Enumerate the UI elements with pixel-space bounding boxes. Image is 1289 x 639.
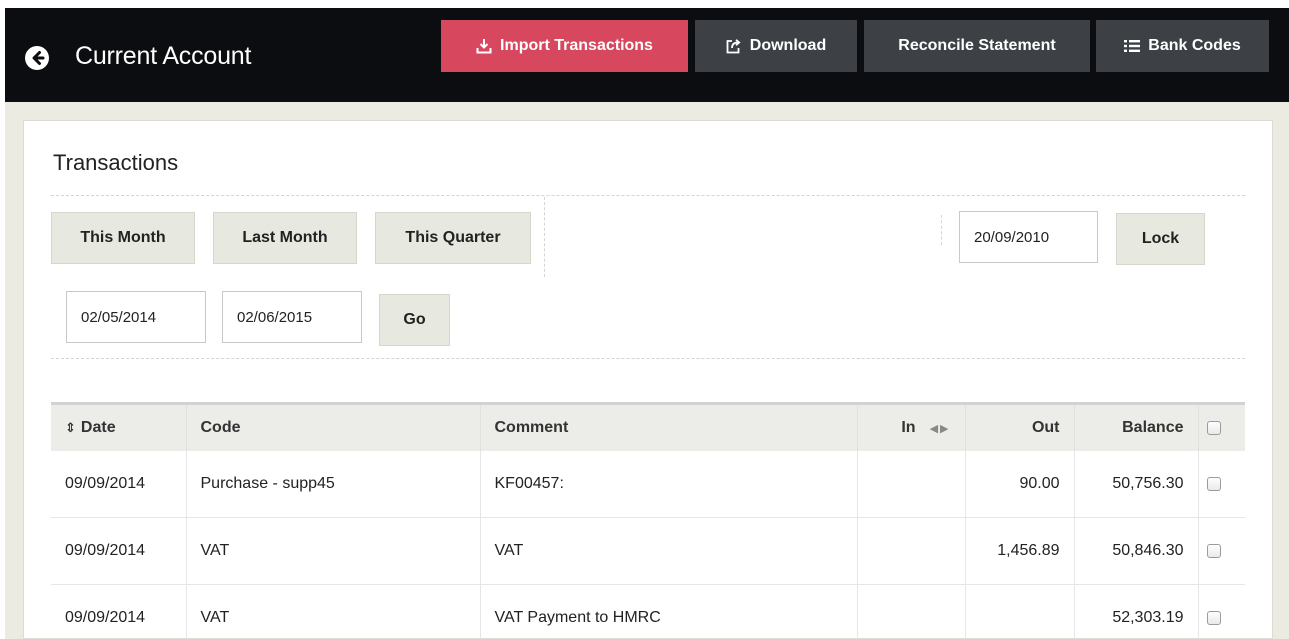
column-header-comment[interactable]: Comment	[480, 402, 858, 451]
code-cell: VAT	[186, 584, 481, 639]
from-date-input[interactable]	[66, 291, 206, 343]
column-header-out[interactable]: Out	[965, 402, 1075, 451]
select-all-checkbox[interactable]	[1206, 420, 1221, 435]
import-tray-icon	[476, 38, 492, 54]
out-cell	[965, 584, 1075, 639]
import-transactions-button[interactable]: Import Transactions	[441, 20, 688, 72]
date-cell: 09/09/2014	[51, 517, 187, 585]
row-checkbox[interactable]	[1206, 476, 1221, 491]
out-cell: 90.00	[965, 450, 1075, 518]
select-cell	[1198, 450, 1245, 518]
divider	[51, 195, 1245, 196]
comment-cell: VAT Payment to HMRC	[480, 584, 858, 639]
date-cell: 09/09/2014	[51, 584, 187, 639]
code-cell: VAT	[186, 517, 481, 585]
section-title: Transactions	[53, 150, 179, 175]
this-month-button[interactable]: This Month	[51, 212, 195, 264]
row-checkbox[interactable]	[1206, 610, 1221, 625]
in-cell	[857, 450, 966, 518]
go-button[interactable]: Go	[379, 294, 450, 346]
balance-cell: 50,756.30	[1074, 450, 1199, 518]
lock-button[interactable]: Lock	[1116, 213, 1205, 265]
in-cell	[857, 584, 966, 639]
date-cell: 09/09/2014	[51, 450, 187, 518]
reconcile-statement-label: Reconcile Statement	[898, 37, 1056, 54]
row-checkbox[interactable]	[1206, 543, 1221, 558]
balance-cell: 52,303.19	[1074, 584, 1199, 639]
download-button[interactable]: Download	[695, 20, 857, 72]
table-header-row: ⇕ Date Code Comment In ◀▶ Out Balance	[51, 402, 1245, 451]
column-header-code[interactable]: Code	[186, 402, 481, 451]
import-transactions-label: Import Transactions	[500, 37, 653, 54]
column-resize-icon[interactable]: ◀▶	[930, 423, 951, 435]
this-quarter-button[interactable]: This Quarter	[375, 212, 531, 264]
column-header-in[interactable]: In ◀▶	[857, 402, 966, 451]
lock-date-input[interactable]	[959, 211, 1098, 263]
bank-codes-button[interactable]: Bank Codes	[1096, 20, 1269, 72]
table-row[interactable]: 09/09/2014 VAT VAT 1,456.89 50,846.30	[51, 517, 1245, 585]
divider	[51, 358, 1245, 359]
column-header-balance[interactable]: Balance	[1074, 402, 1199, 451]
balance-cell: 50,846.30	[1074, 517, 1199, 585]
transactions-table: ⇕ Date Code Comment In ◀▶ Out Balance 09/0…	[51, 402, 1245, 639]
download-label: Download	[749, 37, 827, 54]
comment-cell: VAT	[480, 517, 858, 585]
bank-codes-label: Bank Codes	[1148, 37, 1241, 54]
share-out-icon	[726, 38, 742, 54]
select-all-cell	[1198, 402, 1245, 451]
divider	[941, 215, 942, 245]
out-cell: 1,456.89	[965, 517, 1075, 585]
list-icon	[1124, 39, 1141, 53]
table-row[interactable]: 09/09/2014 VAT VAT Payment to HMRC 52,30…	[51, 584, 1245, 639]
in-cell	[857, 517, 966, 585]
comment-cell: KF00457:	[480, 450, 858, 518]
back-arrow-icon[interactable]	[25, 46, 49, 70]
page-title: Current Account	[75, 42, 252, 70]
column-header-date[interactable]: ⇕ Date	[51, 402, 187, 451]
table-row[interactable]: 09/09/2014 Purchase - supp45 KF00457: 90…	[51, 450, 1245, 518]
reconcile-statement-button[interactable]: Reconcile Statement	[864, 20, 1090, 72]
select-cell	[1198, 517, 1245, 585]
last-month-button[interactable]: Last Month	[213, 212, 357, 264]
to-date-input[interactable]	[222, 291, 362, 343]
divider	[544, 197, 545, 277]
code-cell: Purchase - supp45	[186, 450, 481, 518]
select-cell	[1198, 584, 1245, 639]
sort-icon: ⇕	[65, 419, 76, 435]
